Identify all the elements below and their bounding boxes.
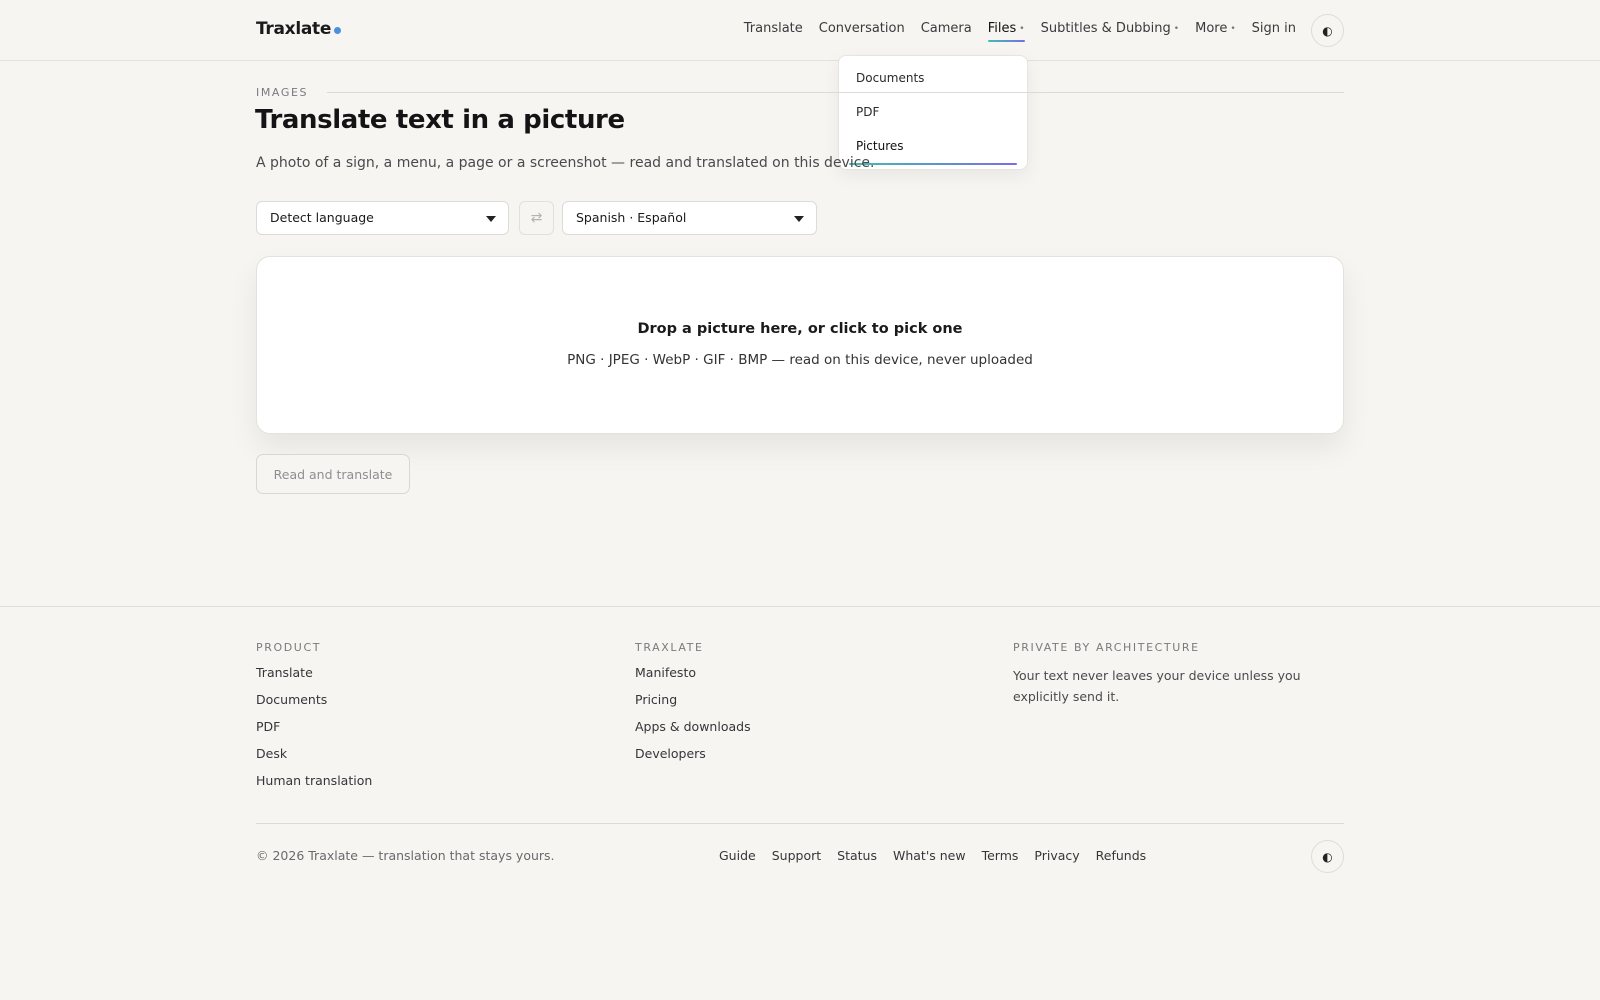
nav-label: Translate [743,21,803,36]
nav-label: Files [987,21,1017,36]
brand-logo[interactable]: Traxlate [256,19,342,39]
page-title: Translate text in a picture [255,105,625,135]
footer-link-privacy[interactable]: Privacy [1034,848,1079,863]
divider [327,92,1344,93]
nav-translate[interactable]: Translate [744,21,803,36]
nav-label: Sign in [1251,21,1296,36]
footer-bottom-divider [256,823,1344,824]
chevron-down-icon [486,216,496,222]
footer-link-apps-downloads[interactable]: Apps & downloads [635,719,751,746]
caret-down-icon: • [1173,24,1180,34]
picture-drop-zone[interactable]: Drop a picture here, or click to pick on… [256,256,1344,434]
footer-company-column: TRAXLATE Manifesto Pricing Apps & downlo… [635,641,751,773]
section-eyebrow: IMAGES [256,86,309,99]
source-language-select[interactable]: Detect language [256,201,509,235]
nav-conversation[interactable]: Conversation [819,21,905,36]
copyright-text: © 2026 Traxlate — translation that stays… [256,848,555,863]
footer-link-terms[interactable]: Terms [982,848,1019,863]
footer-product-column: PRODUCT Translate Documents PDF Desk Hum… [256,641,372,800]
footer-link-documents[interactable]: Documents [256,692,372,719]
files-dropdown-menu: Documents PDF Pictures [838,55,1028,170]
privacy-statement: Your text never leaves your device unles… [1013,668,1301,704]
chevron-down-icon [794,216,804,222]
target-language-select[interactable]: Spanish · Español [562,201,817,235]
drop-zone-hint: PNG · JPEG · WebP · GIF · BMP — read on … [567,352,1033,368]
footer-link-manifesto[interactable]: Manifesto [635,665,751,692]
nav-label: Subtitles & Dubbing [1040,21,1171,36]
read-and-translate-button[interactable]: Read and translate [256,454,410,494]
footer-privacy-column: PRIVATE BY ARCHITECTURE Your text never … [1013,641,1343,707]
footer-link-whats-new[interactable]: What's new [893,848,966,863]
footer-link-desk[interactable]: Desk [256,746,372,773]
nav-sign-in[interactable]: Sign in [1252,21,1296,36]
swap-languages-button[interactable]: ⇄ [519,201,554,235]
nav-label: More [1195,21,1228,36]
source-language-value: Detect language [270,210,374,225]
caret-down-icon: • [1230,24,1236,34]
footer-heading: PRODUCT [256,641,322,654]
footer-link-translate[interactable]: Translate [256,665,372,692]
main-nav: Translate Conversation Camera Files • Sub… [744,21,1296,42]
brand-name: Traxlate [256,19,332,39]
footer-link-support[interactable]: Support [772,848,821,863]
footer-link-guide[interactable]: Guide [719,848,756,863]
brand-dot-icon [334,27,342,34]
footer-theme-toggle-button[interactable]: ◐ [1311,840,1344,873]
caret-down-icon: • [1019,24,1025,34]
theme-toggle-button[interactable]: ◐ [1311,14,1344,47]
footer-link-developers[interactable]: Developers [635,746,751,773]
footer-bottom-links: Guide Support Status What's new Terms Pr… [719,848,1146,863]
nav-label: Conversation [818,21,905,36]
top-header: Traxlate Translate Conversation Camera F… [0,0,1600,61]
nav-label: Camera [920,21,972,36]
nav-files[interactable]: Files • [987,21,1025,42]
drop-zone-title: Drop a picture here, or click to pick on… [637,321,963,337]
contrast-icon: ◐ [1322,23,1333,38]
nav-camera[interactable]: Camera [921,21,972,36]
footer-link-pricing[interactable]: Pricing [635,692,751,719]
nav-more[interactable]: More • [1195,21,1236,36]
footer-heading: PRIVATE BY ARCHITECTURE [1013,641,1200,654]
footer-link-pdf[interactable]: PDF [256,719,372,746]
page-subtitle: A photo of a sign, a menu, a page or a s… [256,155,875,171]
nav-subtitles-dubbing[interactable]: Subtitles & Dubbing • [1041,21,1180,36]
footer-divider [0,606,1600,607]
footer-link-human-translation[interactable]: Human translation [256,773,372,800]
menu-item-pdf[interactable]: PDF [839,100,1027,134]
swap-icon: ⇄ [530,210,543,226]
contrast-icon: ◐ [1322,849,1333,864]
target-language-value: Spanish · Español [576,210,687,225]
footer-link-status[interactable]: Status [837,848,877,863]
page: Traxlate Translate Conversation Camera F… [0,0,1600,1000]
menu-item-documents[interactable]: Documents [839,66,1027,100]
footer-heading: TRAXLATE [635,641,704,654]
footer-link-refunds[interactable]: Refunds [1096,848,1147,863]
